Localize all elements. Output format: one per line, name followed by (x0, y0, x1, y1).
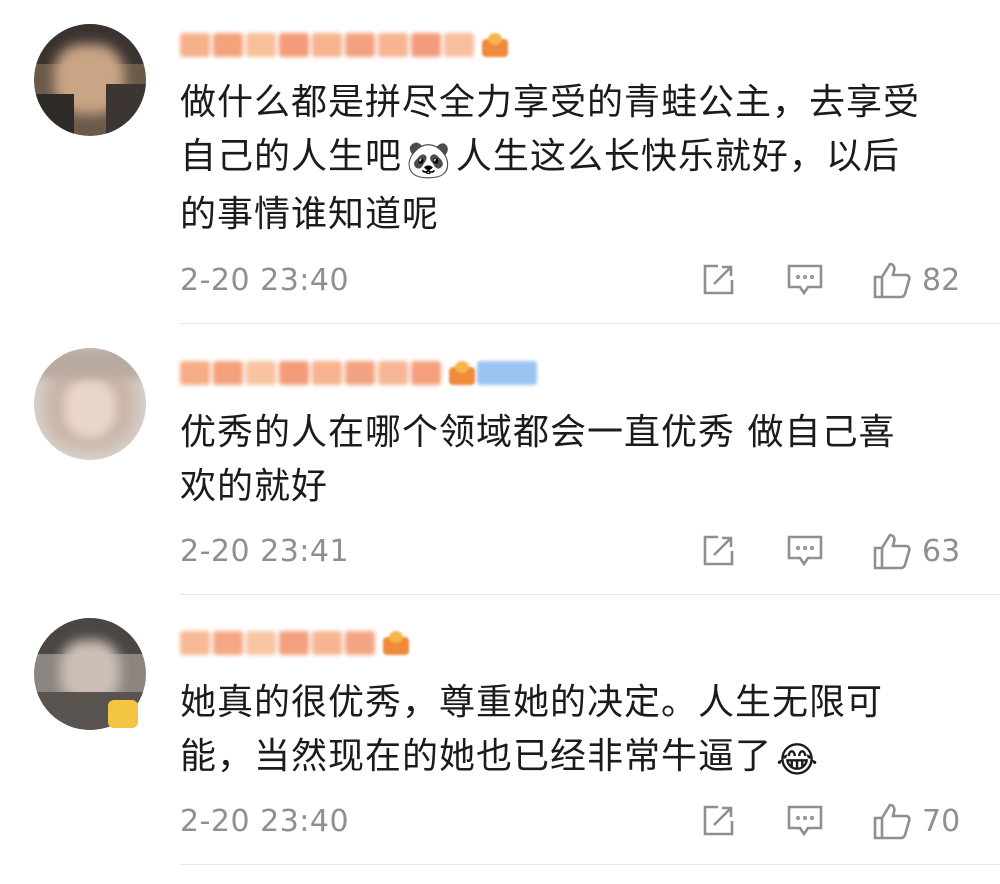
avatar[interactable] (34, 24, 146, 136)
comment-icon (787, 535, 823, 567)
avatar[interactable] (34, 348, 146, 460)
comment-meta: 2-20 23:40 70 (180, 801, 970, 841)
share-button[interactable] (700, 801, 736, 841)
like-button[interactable]: 82 (872, 260, 960, 300)
comment-text: 做什么都是拼尽全力享受的青蛙公主，去享受 自己的人生吧 🐼 人生这么长快乐就好，以后… (180, 82, 921, 235)
like-count: 70 (922, 803, 961, 839)
share-icon (703, 535, 734, 566)
share-button[interactable] (700, 260, 736, 300)
share-button[interactable] (700, 531, 736, 571)
laughing-emoji-icon: 😂 (776, 740, 820, 781)
thumbs-up-icon (873, 803, 911, 840)
username[interactable] (180, 28, 512, 62)
timestamp: 2-20 23:40 (180, 803, 350, 839)
comment-text: 优秀的人在哪个领域都会一直优秀 做自己喜 欢的就好 (180, 412, 896, 507)
like-button[interactable]: 70 (872, 801, 960, 841)
username-blurred (180, 628, 375, 658)
crown-badge-icon (478, 31, 512, 59)
comment-button[interactable] (786, 531, 824, 571)
thumbs-up-icon (873, 533, 911, 570)
share-icon (703, 264, 734, 295)
like-count: 82 (922, 262, 961, 298)
timestamp: 2-20 23:41 (180, 533, 350, 569)
comment-button[interactable] (786, 260, 824, 300)
divider (180, 864, 1000, 865)
crown-badge-icon (379, 629, 413, 657)
verified-badge-icon (108, 700, 138, 728)
username[interactable] (180, 626, 413, 660)
timestamp: 2-20 23:40 (180, 262, 350, 298)
vip-tag (477, 361, 537, 385)
thumbs-up-icon (873, 262, 911, 299)
divider (180, 594, 1000, 595)
comment-button[interactable] (786, 801, 824, 841)
share-icon (703, 805, 734, 836)
comment-text: 她真的很优秀，尊重她的决定。人生无限可 能，当然现在的她也已经非常牛逼了 😂 (180, 676, 980, 788)
username-blurred (180, 30, 474, 60)
comment-meta: 2-20 23:40 82 (180, 260, 970, 300)
like-button[interactable]: 63 (872, 531, 960, 571)
comment-meta: 2-20 23:41 63 (180, 531, 970, 571)
comment-icon (787, 805, 823, 837)
crown-badge-icon (445, 359, 479, 387)
panda-emoji-icon: 🐼 (406, 140, 452, 181)
comment-icon (787, 264, 823, 296)
username[interactable] (180, 356, 537, 390)
like-count: 63 (922, 533, 961, 569)
username-blurred (180, 358, 441, 388)
divider (180, 323, 1000, 324)
